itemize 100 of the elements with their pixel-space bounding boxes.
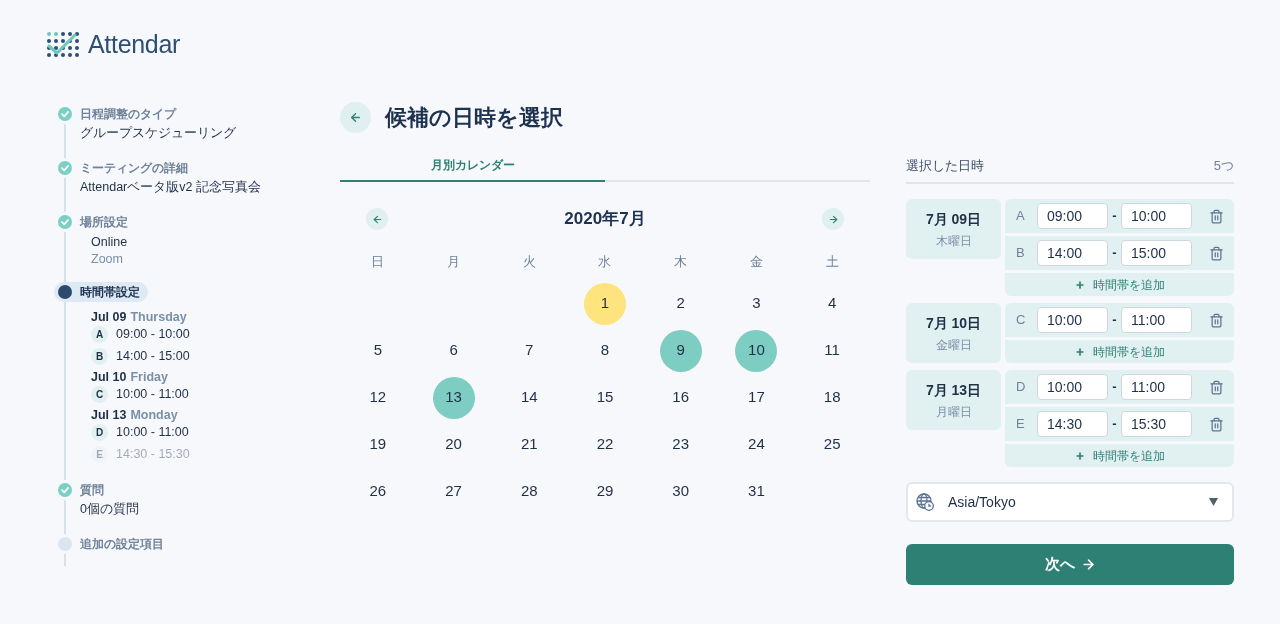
time-input[interactable]: 10:00 <box>1037 374 1108 400</box>
calendar-day[interactable]: 28 <box>508 470 551 513</box>
calendar-day[interactable]: 31 <box>735 470 778 513</box>
calendar-day[interactable]: 4 <box>811 282 854 325</box>
slot-time: 10:00 - 11:00 <box>116 423 189 441</box>
weekday-header: 木 <box>674 253 688 272</box>
slot-letter-badge: A <box>91 325 108 343</box>
next-month-button[interactable] <box>822 208 844 230</box>
weekday-header: 日 <box>371 253 385 272</box>
step-label: 質問 <box>80 482 104 499</box>
calendar-day[interactable]: 15 <box>584 376 626 419</box>
delete-button[interactable] <box>1207 311 1225 329</box>
plus-icon <box>1074 346 1085 357</box>
weekday-header: 月 <box>447 253 461 272</box>
calendar-day[interactable]: 2 <box>659 282 702 325</box>
calendar-day[interactable]: 19 <box>356 423 399 466</box>
trash-icon <box>1208 245 1224 261</box>
calendar-day[interactable]: 16 <box>659 376 702 419</box>
right-arrow-icon <box>827 213 839 225</box>
selected-count: 5つ <box>1213 157 1234 176</box>
weekday-header: 水 <box>598 253 612 272</box>
step-label: ミーティングの詳細 <box>80 160 188 177</box>
caret-icon <box>1209 498 1218 506</box>
slot-letter: A <box>1016 207 1026 226</box>
time-input[interactable]: 09:00 <box>1037 203 1108 229</box>
selected-dates-title: 選択した日時 <box>906 157 984 176</box>
calendar-day[interactable]: 20 <box>432 423 475 466</box>
time-input[interactable]: 11:00 <box>1121 374 1192 400</box>
next-button[interactable]: 次へ <box>906 544 1234 585</box>
time-input[interactable]: 10:00 <box>1121 203 1192 229</box>
calendar-day[interactable]: 21 <box>508 423 551 466</box>
slot-letter-badge: B <box>91 347 108 365</box>
calendar-day[interactable]: 30 <box>659 470 702 513</box>
slot-letter-badge: E <box>91 445 108 463</box>
calendar-day[interactable]: 11 <box>811 329 854 372</box>
calendar-day[interactable]: 17 <box>735 376 778 419</box>
calendar-day[interactable]: 14 <box>508 376 551 419</box>
slot-letter-badge: C <box>91 385 108 403</box>
calendar-day[interactable]: 29 <box>584 470 626 513</box>
weekday-label: Thursday <box>130 308 187 326</box>
logo-icon <box>46 30 80 58</box>
calendar-day[interactable]: 10 <box>735 329 778 372</box>
slot-letter: D <box>1016 378 1027 397</box>
time-input[interactable]: 11:00 <box>1121 307 1192 333</box>
back-arrow-icon <box>349 111 362 124</box>
date-card-date: 7月 09日 <box>925 210 982 229</box>
slot-letter-badge: D <box>91 423 108 441</box>
step-label: 時間帯設定 <box>80 284 140 301</box>
time-separator: - <box>1111 311 1118 330</box>
calendar-day[interactable]: 9 <box>659 329 702 372</box>
calendar-day[interactable]: 24 <box>735 423 778 466</box>
time-input[interactable]: 14:00 <box>1037 240 1108 266</box>
calendar-day[interactable]: 22 <box>584 423 626 466</box>
location-type: Online <box>91 234 128 251</box>
time-input[interactable]: 15:30 <box>1121 411 1192 437</box>
add-time-slot-button[interactable]: 時間帯を追加 <box>1005 273 1234 296</box>
calendar-day[interactable]: 23 <box>659 423 702 466</box>
calendar-day[interactable]: 27 <box>432 470 475 513</box>
calendar-day[interactable]: 5 <box>356 329 399 372</box>
delete-button[interactable] <box>1207 244 1225 262</box>
weekday-header: 金 <box>749 253 763 272</box>
delete-button[interactable] <box>1207 207 1225 225</box>
left-arrow-icon <box>371 213 383 225</box>
step-value: グループスケジューリング <box>80 125 236 142</box>
delete-button[interactable] <box>1207 378 1225 396</box>
weekday-header: 土 <box>825 253 839 272</box>
calendar-day[interactable]: 3 <box>735 282 778 325</box>
calendar-day[interactable]: 26 <box>356 470 399 513</box>
time-input[interactable]: 15:00 <box>1121 240 1192 266</box>
calendar-day[interactable]: 7 <box>508 329 551 372</box>
trash-icon <box>1208 416 1224 432</box>
trash-icon <box>1208 208 1224 224</box>
calendar-day[interactable]: 12 <box>356 376 399 419</box>
calendar-tab[interactable]: 月別カレンダー <box>340 150 605 182</box>
date-card-weekday: 月曜日 <box>935 404 972 420</box>
calendar-day[interactable]: 6 <box>432 329 475 372</box>
previous-month-button[interactable] <box>366 208 388 230</box>
slot-letter: B <box>1016 244 1026 263</box>
date-card-weekday: 金曜日 <box>935 337 972 353</box>
add-time-slot-button[interactable]: 時間帯を追加 <box>1005 340 1234 363</box>
calendar-day[interactable]: 13 <box>432 376 475 419</box>
calendar-day[interactable]: 25 <box>811 423 854 466</box>
plus-icon <box>1074 279 1085 290</box>
time-input[interactable]: 10:00 <box>1037 307 1108 333</box>
date-label: Jul 13 <box>91 406 127 424</box>
date-label: Jul 09 <box>91 308 127 326</box>
date-card-date: 7月 13日 <box>925 381 982 400</box>
month-title: 2020年7月 <box>564 208 646 231</box>
timezone-select[interactable]: Asia/Tokyo <box>906 482 1234 522</box>
globe-clock-icon <box>916 493 934 511</box>
time-separator: - <box>1111 378 1118 397</box>
calendar-day[interactable]: 18 <box>811 376 854 419</box>
time-input[interactable]: 14:30 <box>1037 411 1108 437</box>
date-card-date: 7月 10日 <box>925 314 982 333</box>
back-button[interactable] <box>340 102 371 133</box>
calendar-day[interactable]: 1 <box>584 282 626 325</box>
add-time-slot-button[interactable]: 時間帯を追加 <box>1005 444 1234 467</box>
delete-button[interactable] <box>1207 415 1225 433</box>
calendar-day[interactable]: 8 <box>584 329 626 372</box>
weekday-label: Monday <box>130 406 178 424</box>
